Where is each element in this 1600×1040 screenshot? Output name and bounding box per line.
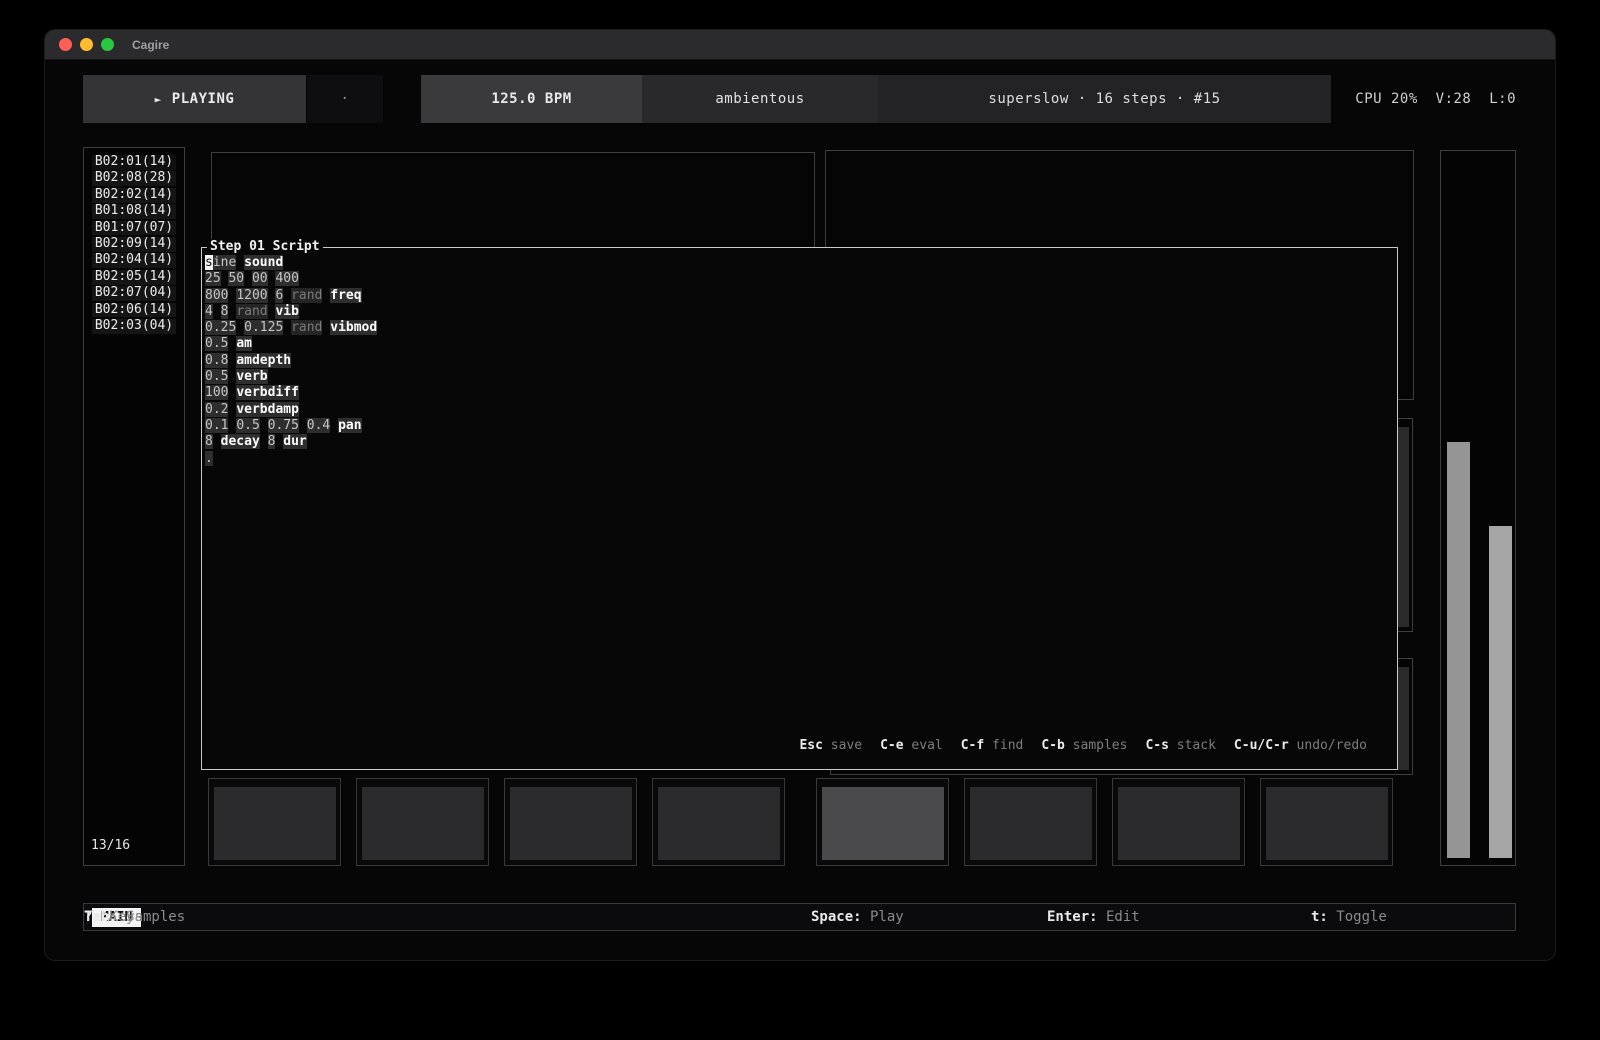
editor-line: 0.5 verb [205,369,1391,385]
step-cell-fill [214,787,336,860]
step-cell-fill [822,787,944,860]
step-cell-fill [658,787,780,860]
key-hint: Space: Play [811,908,904,927]
minimize-button-icon[interactable] [80,38,93,51]
key-hint-bar: MAIN Space: PlayEnter: Editt: ToggleTab:… [83,903,1516,931]
editor-line: 0.1 0.5 0.75 0.4 pan [205,418,1391,434]
step-cell[interactable] [652,778,785,866]
transport-dot: · [307,75,383,123]
transport-bar: ► PLAYING · 125.0 BPM ambientous supersl… [83,75,1516,123]
step-cell[interactable] [816,778,949,866]
key-hint: ?: Keys [84,908,143,927]
editor-hint: C-b samples [1041,738,1127,753]
editor-line: 25 50 00 400 [205,271,1391,287]
step-sequencer-row [45,778,1555,866]
step-cell[interactable] [1260,778,1393,866]
play-icon: ► [155,93,162,106]
sample-list-panel: B02:01(14)B02:08(28) B02:02(14)B01:08(14)… [83,147,185,866]
step-cell-fill [1118,787,1240,860]
editor-line: . [205,451,1391,467]
level-meter-bar [1447,442,1470,858]
bpm-display[interactable]: 125.0 BPM [421,75,642,123]
step-cell-fill [362,787,484,860]
editor-line: 800 1200 6 rand freq [205,288,1391,304]
step-cell[interactable] [356,778,489,866]
editor-line: 4 8 rand vib [205,304,1391,320]
sample-list-item[interactable]: B02:06(14) [92,303,176,318]
scene-name[interactable]: ambientous [642,75,878,123]
key-hint: t: Toggle [1311,908,1387,927]
sample-list-item[interactable]: B02:08(28) [92,171,176,186]
sample-list: B02:01(14)B02:08(28) B02:02(14)B01:08(14)… [84,155,184,334]
sample-list-item[interactable]: B02:07(04) [92,286,176,301]
editor-hint: Esc save [799,738,862,753]
editor-line: 100 verbdiff [205,385,1391,401]
close-button-icon[interactable] [59,38,72,51]
editor-title: Step 01 Script [207,239,323,254]
cpu-voices-readout: CPU 20% V:28 L:0 [1331,75,1516,123]
editor-hint: C-f find [961,738,1024,753]
editor-line: 0.25 0.125 rand vibmod [205,320,1391,336]
editor-line: 0.2 verbdamp [205,402,1391,418]
editor-hint: C-e eval [880,738,943,753]
sample-list-item[interactable]: B02:09(14) [92,237,176,252]
step-cell-fill [970,787,1092,860]
sample-list-item[interactable]: B02:02(14) [92,188,176,203]
sample-list-item[interactable]: B01:08(14) [92,204,176,219]
sample-list-item[interactable]: B02:01(14) [92,155,176,170]
editor-line: 0.5 am [205,336,1391,352]
sample-list-item[interactable]: B02:03(04) [92,319,176,334]
zoom-button-icon[interactable] [101,38,114,51]
editor-line: 0.8 amdepth [205,353,1391,369]
editor-line: sine sound [205,255,1391,271]
transport-state[interactable]: ► PLAYING [83,75,306,123]
titlebar: Cagire [45,30,1555,60]
step-cell-fill [1266,787,1388,860]
sample-list-item[interactable]: B01:07(07) [92,221,176,236]
step-cell[interactable] [1112,778,1245,866]
step-cell[interactable] [208,778,341,866]
window-title: Cagire [132,38,169,52]
step-cell[interactable] [504,778,637,866]
level-meter-bar [1489,526,1512,858]
sample-list-item[interactable]: B02:05(14) [92,270,176,285]
transport-state-label: PLAYING [172,91,235,107]
sample-list-item[interactable]: B02:04(14) [92,253,176,268]
pattern-info[interactable]: superslow · 16 steps · #15 [878,75,1331,123]
editor-hint: C-u/C-r undo/redo [1234,738,1367,753]
editor-shortcut-hints: Esc save C-e eval C-f find C-b samples C-s s… [799,738,1367,753]
level-meters-panel [1440,150,1516,866]
step-cell-fill [510,787,632,860]
step-cell[interactable] [964,778,1097,866]
step-script-editor[interactable]: Step 01 Script sine sound25 50 00 400800… [201,247,1398,770]
app-window: Cagire ► PLAYING · 125.0 BPM ambientous … [45,30,1555,960]
editor-code[interactable]: sine sound25 50 00 400800 1200 6 rand fr… [205,255,1391,467]
editor-line: 8 decay 8 dur [205,434,1391,450]
editor-hint: C-s stack [1145,738,1215,753]
key-hint: Enter: Edit [1047,908,1140,927]
